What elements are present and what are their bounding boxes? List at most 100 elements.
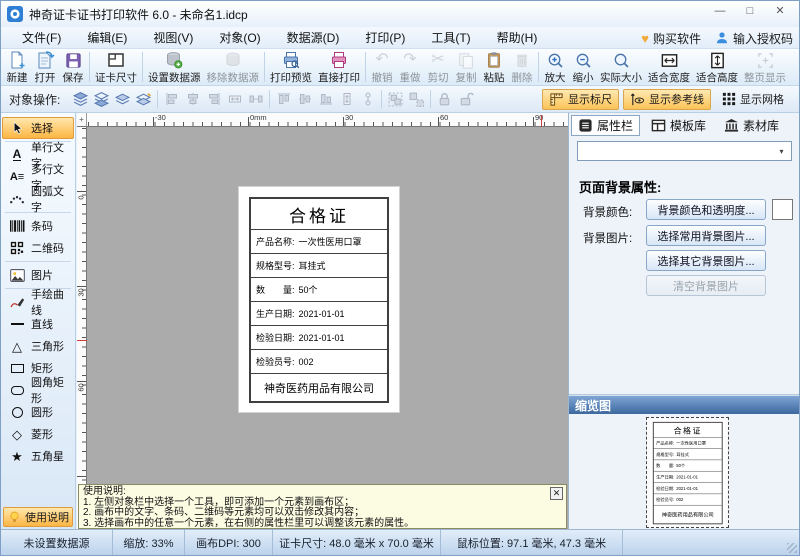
line-icon [8, 323, 26, 325]
menu-tools[interactable]: 工具(T) [418, 27, 483, 49]
group-icon[interactable] [385, 89, 406, 109]
tool-freehand-curve[interactable]: 手绘曲线 [2, 291, 74, 313]
close-button[interactable]: ✕ [765, 3, 795, 21]
certificate-title[interactable]: 合格证 [251, 199, 387, 230]
full-page-button[interactable]: 整页显示 [741, 50, 789, 85]
tool-rounded-rectangle[interactable]: 圆角矩形 [2, 379, 74, 401]
zoom-in-button[interactable]: 放大 [541, 50, 569, 85]
menu-help[interactable]: 帮助(H) [484, 27, 551, 49]
status-dpi: 画布DPI: 300 [185, 530, 273, 555]
align-middle-icon[interactable] [294, 89, 315, 109]
same-width-icon[interactable] [224, 89, 245, 109]
choose-common-bg-button[interactable]: 选择常用背景图片... [646, 225, 766, 246]
open-button[interactable]: 打开 [31, 50, 59, 85]
bring-forward-icon[interactable] [112, 89, 133, 109]
set-datasource-button[interactable]: 设置数据源 [145, 50, 204, 85]
canvas-area[interactable]: + -30 0mm 30 60 90 0 30 60 合格证 产品名称:一次性医… [77, 113, 568, 529]
bg-color-label: 背景颜色: [583, 204, 632, 220]
menu-view[interactable]: 视图(V) [140, 27, 206, 49]
card-company-name[interactable]: 神奇医药用品有限公司 [251, 374, 387, 401]
card-row-production-date[interactable]: 生产日期:2021-01-01 [251, 302, 387, 326]
direct-print-button[interactable]: 直接打印 [315, 50, 363, 85]
fit-width-button[interactable]: 适合宽度 [645, 50, 693, 85]
single-text-icon: A [8, 149, 26, 161]
thumbnail-selection-box[interactable]: 合格证 产品名称:一次性医用口罩 规格型号:耳挂式 数 量:50个 生产日期:2… [646, 417, 729, 528]
enter-license-button[interactable]: 输入授权码 [715, 30, 793, 47]
menu-datasource[interactable]: 数据源(D) [274, 27, 353, 49]
actual-size-button[interactable]: 实际大小 [597, 50, 645, 85]
minimize-button[interactable]: — [705, 3, 735, 21]
usage-note-line: 2. 画布中的文字、条码、二维码等元素均可以双击修改其内容； [83, 508, 562, 519]
v-spacing-icon[interactable] [357, 89, 378, 109]
print-preview-icon [281, 50, 301, 70]
cut-button[interactable]: ✂ 剪切 [424, 50, 452, 85]
note-close-icon[interactable]: ✕ [550, 487, 563, 500]
tool-barcode[interactable]: 条码 [2, 215, 74, 237]
align-left-icon[interactable] [161, 89, 182, 109]
menu-print[interactable]: 打印(P) [352, 27, 418, 49]
tab-template-library[interactable]: 模板库 [644, 115, 713, 136]
clear-bg-button[interactable]: 清空背景图片 [646, 275, 766, 296]
bring-to-front-icon[interactable] [70, 89, 91, 109]
tab-properties[interactable]: 属性栏 [571, 115, 640, 136]
app-window: 神奇证卡证书打印软件 6.0 - 未命名1.idcp — □ ✕ 文件(F) 编… [0, 0, 800, 556]
paste-button[interactable]: 粘贴 [480, 50, 508, 85]
card-size-button[interactable]: 证卡尺寸 [92, 50, 140, 85]
copy-button[interactable]: 复制 [452, 50, 480, 85]
align-top-icon[interactable] [273, 89, 294, 109]
lock-icon[interactable] [434, 89, 455, 109]
tool-triangle[interactable]: △ 三角形 [2, 335, 74, 357]
send-backward-icon[interactable] [133, 89, 154, 109]
tool-arc-text[interactable]: 圆弧文字 [2, 188, 74, 210]
align-right-icon[interactable] [203, 89, 224, 109]
triangle-icon: △ [8, 340, 26, 353]
show-ruler-toggle[interactable]: 显示标尺 [542, 89, 619, 110]
save-button[interactable]: 保存 [59, 50, 87, 85]
tool-diamond[interactable]: ◇ 菱形 [2, 423, 74, 445]
choose-other-bg-button[interactable]: 选择其它背景图片... [646, 250, 766, 271]
tool-star[interactable]: ★ 五角星 [2, 445, 74, 467]
same-height-icon[interactable] [336, 89, 357, 109]
maximize-button[interactable]: □ [735, 3, 765, 21]
remove-datasource-button[interactable]: 移除数据源 [204, 50, 263, 85]
bg-color-swatch[interactable] [772, 199, 793, 220]
card-row-spec-model[interactable]: 规格型号:耳挂式 [251, 254, 387, 278]
undo-button[interactable]: ↶ 撤销 [368, 50, 396, 85]
window-title: 神奇证卡证书打印软件 6.0 - 未命名1.idcp [29, 6, 248, 23]
ungroup-icon[interactable] [406, 89, 427, 109]
menu-file[interactable]: 文件(F) [9, 27, 74, 49]
menu-object[interactable]: 对象(O) [206, 27, 273, 49]
unlock-icon[interactable] [455, 89, 476, 109]
print-preview-button[interactable]: 打印预览 [267, 50, 315, 85]
tool-qrcode[interactable]: 二维码 [2, 237, 74, 259]
zoom-out-button[interactable]: 缩小 [569, 50, 597, 85]
buy-software-button[interactable]: ♥ 购买软件 [641, 30, 701, 47]
zoom-out-icon [574, 51, 593, 70]
tool-image[interactable]: 图片 [2, 264, 74, 286]
card-row-inspection-date[interactable]: 检验日期:2021-01-01 [251, 326, 387, 350]
menu-edit[interactable]: 编辑(E) [74, 27, 140, 49]
delete-button[interactable]: 删除 [508, 50, 536, 85]
align-bottom-icon[interactable] [315, 89, 336, 109]
object-selector-dropdown[interactable]: ▾ [577, 141, 792, 161]
card-row-inspector-id[interactable]: 检验员号:002 [251, 350, 387, 374]
tab-material-library[interactable]: 素材库 [717, 115, 786, 136]
help-button[interactable]: 使用说明 [3, 507, 73, 527]
certificate-table: 合格证 产品名称:一次性医用口罩 规格型号:耳挂式 数 量:50个 生产日期:2… [249, 197, 389, 403]
card-row-quantity[interactable]: 数 量:50个 [251, 278, 387, 302]
tool-select[interactable]: 选择 [2, 117, 74, 139]
resize-grip[interactable] [787, 543, 797, 553]
fit-height-button[interactable]: 适合高度 [693, 50, 741, 85]
redo-button[interactable]: ↷ 重做 [396, 50, 424, 85]
new-button[interactable]: 新建 [3, 50, 31, 85]
align-center-h-icon[interactable] [182, 89, 203, 109]
show-grid-toggle[interactable]: 显示网格 [715, 89, 791, 110]
h-spacing-icon[interactable] [245, 89, 266, 109]
certificate-card[interactable]: 合格证 产品名称:一次性医用口罩 规格型号:耳挂式 数 量:50个 生产日期:2… [239, 187, 399, 412]
send-to-back-icon[interactable] [91, 89, 112, 109]
card-row-product-name[interactable]: 产品名称:一次性医用口罩 [251, 230, 387, 254]
ruler-label: 60 [440, 113, 448, 122]
bg-color-button[interactable]: 背景颜色和透明度... [646, 199, 766, 220]
show-guides-toggle[interactable]: 显示参考线 [623, 89, 711, 110]
undo-icon: ↶ [375, 51, 388, 70]
